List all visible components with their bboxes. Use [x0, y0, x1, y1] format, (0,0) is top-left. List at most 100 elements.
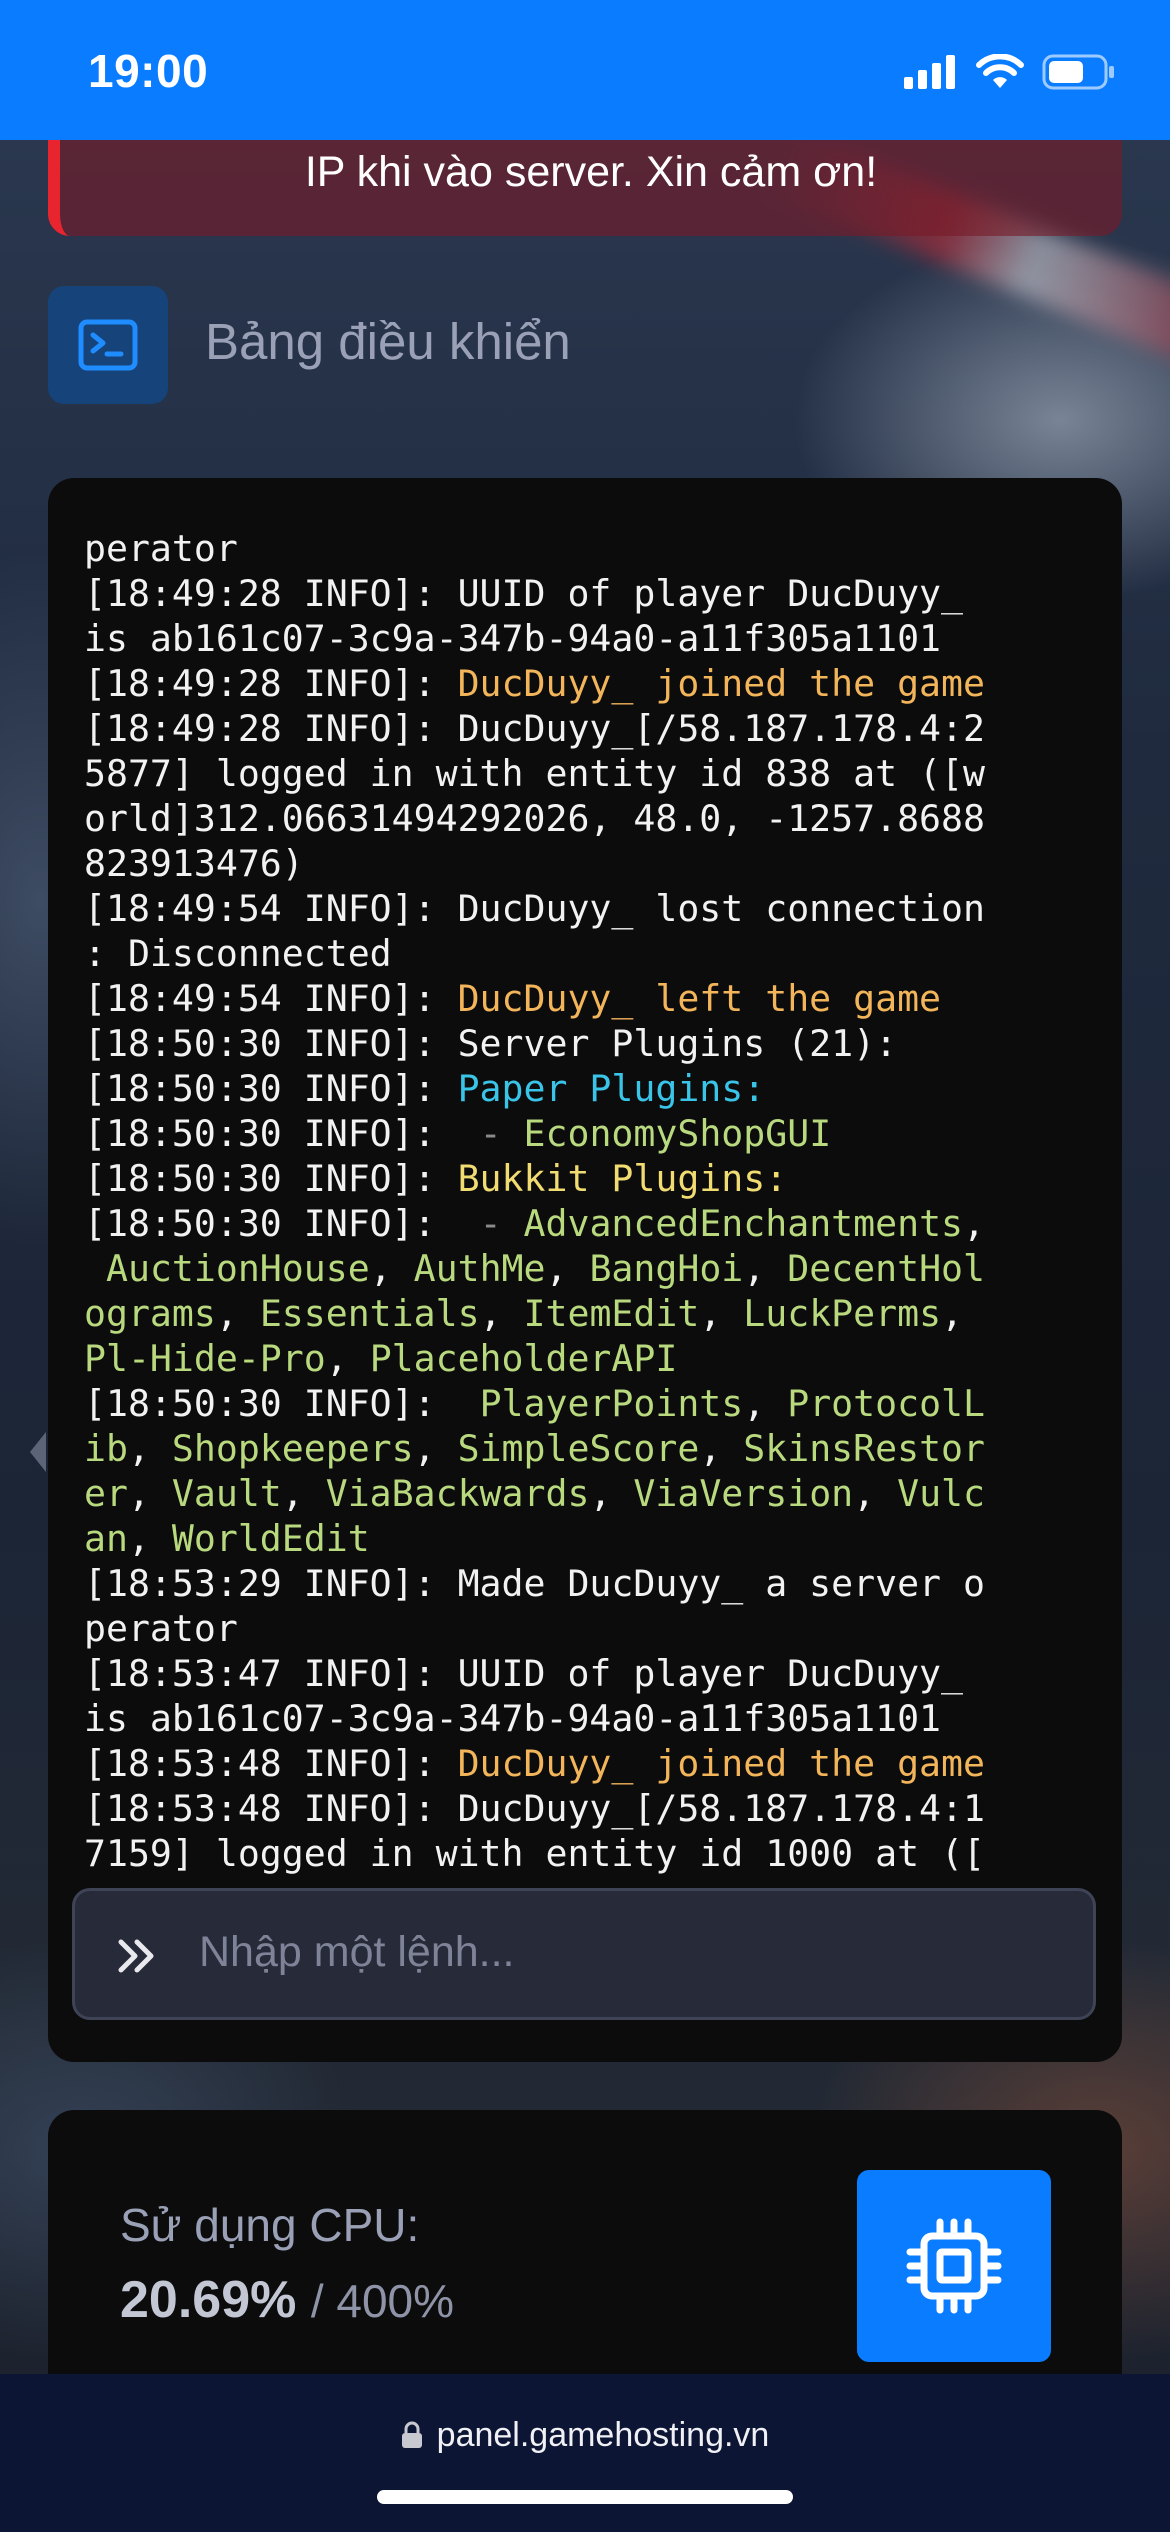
console-segment: WorldEdit	[171, 1517, 370, 1560]
console-line: [18:49:28 INFO]: DucDuyy_[/58.187.178.4:…	[84, 706, 1094, 751]
alert-banner: IP khi vào server. Xin cảm ơn!	[48, 140, 1122, 236]
console-segment: SimpleScore	[457, 1427, 700, 1470]
console-line: [18:50:30 INFO]: PlayerPoints, ProtocolL	[84, 1381, 1094, 1426]
console-segment: [18:53:29 INFO]: Made DucDuyy_ a server …	[84, 1562, 985, 1605]
console-segment: EconomyShopGUI	[523, 1112, 832, 1155]
console-line: orld]312.06631494292026, 48.0, -1257.868…	[84, 796, 1094, 841]
console-segment: [18:53:48 INFO]:	[84, 1742, 458, 1785]
console-segment: : Disconnected	[84, 932, 392, 975]
console-segment: AuthMe	[413, 1247, 546, 1290]
console-segment: [18:50:30 INFO]:	[84, 1112, 480, 1155]
console-segment: ,	[853, 1472, 898, 1515]
console-segment: [18:49:28 INFO]: DucDuyy_[/58.187.178.4:…	[84, 707, 985, 750]
console-line: ib, Shopkeepers, SimpleScore, SkinsResto…	[84, 1426, 1094, 1471]
back-arrow-icon[interactable]	[26, 1428, 50, 1476]
home-indicator[interactable]	[377, 2490, 793, 2504]
console-segment: orld]312.06631494292026, 48.0, -1257.868…	[84, 797, 985, 840]
console-segment: [18:53:47 INFO]: UUID of player DucDuyy_	[84, 1652, 963, 1695]
console-line: [18:49:54 INFO]: DucDuyy_ lost connectio…	[84, 886, 1094, 931]
console-segment: [18:49:54 INFO]:	[84, 977, 458, 1020]
status-bar: 19:00	[0, 0, 1170, 140]
console-segment: [18:50:30 INFO]:	[84, 1157, 458, 1200]
console-segment: ,	[699, 1427, 744, 1470]
console-line: 5877] logged in with entity id 838 at ([…	[84, 751, 1094, 796]
status-time: 19:00	[88, 45, 209, 97]
console-segment: -	[479, 1112, 524, 1155]
cpu-label: Sử dụng CPU:	[120, 2199, 420, 2251]
cpu-max: / 400%	[310, 2275, 455, 2327]
console-segment: ,	[545, 1247, 590, 1290]
console-segment: ,	[963, 1202, 985, 1245]
console-segment: ,	[699, 1292, 744, 1335]
browser-url-bar[interactable]: panel.gamehosting.vn	[0, 2374, 1170, 2532]
terminal-icon	[48, 286, 168, 404]
console-line: [18:50:30 INFO]: - EconomyShopGUI	[84, 1111, 1094, 1156]
console-line: [18:53:48 INFO]: DucDuyy_ joined the gam…	[84, 1741, 1094, 1786]
console-segment: [18:53:48 INFO]: DucDuyy_[/58.187.178.4:…	[84, 1787, 985, 1830]
url-display[interactable]: panel.gamehosting.vn	[0, 2416, 1170, 2455]
console-segment: [18:49:28 INFO]:	[84, 662, 458, 705]
console-line: [18:50:30 INFO]: - AdvancedEnchantments,	[84, 1201, 1094, 1246]
page-title: Bảng điều khiển	[205, 313, 571, 370]
console-segment: Shopkeepers	[171, 1427, 414, 1470]
console-segment: ViaBackwards	[325, 1472, 590, 1515]
console-segment: [18:50:30 INFO]:	[84, 1382, 480, 1425]
battery-icon	[1042, 54, 1114, 90]
command-placeholder: Nhập một lệnh...	[199, 1928, 515, 1976]
console-line: [18:49:28 INFO]: UUID of player DucDuyy_	[84, 571, 1094, 616]
console-segment: Pl-Hide-Pro	[84, 1337, 326, 1380]
cpu-value: 20.69% / 400%	[120, 2270, 454, 2330]
console-segment: [18:49:28 INFO]: UUID of player DucDuyy_	[84, 572, 963, 615]
console-segment: 7159] logged in with entity id 1000 at (…	[84, 1832, 985, 1875]
url-text: panel.gamehosting.vn	[436, 2416, 770, 2454]
console-segment: ,	[325, 1337, 370, 1380]
console-segment: Essentials	[259, 1292, 480, 1335]
console-line: an, WorldEdit	[84, 1516, 1094, 1561]
chevrons-right-icon	[118, 1939, 154, 1973]
console-segment: ,	[127, 1427, 172, 1470]
console-segment: ,	[369, 1247, 414, 1290]
console-line: 7159] logged in with entity id 1000 at (…	[84, 1831, 1094, 1876]
console-segment: ItemEdit	[523, 1292, 700, 1335]
command-input[interactable]: Nhập một lệnh...	[72, 1888, 1096, 2020]
console-segment: BangHoi	[589, 1247, 744, 1290]
console-line: AuctionHouse, AuthMe, BangHoi, DecentHol	[84, 1246, 1094, 1291]
console-panel: perator [18:49:28 INFO]: UUID of player D…	[48, 478, 1122, 2062]
console-segment: SkinsRestor	[743, 1427, 986, 1470]
console-line: [18:53:47 INFO]: UUID of player DucDuyy_	[84, 1651, 1094, 1696]
console-segment: PlayerPoints	[479, 1382, 744, 1425]
console-segment: ,	[743, 1382, 788, 1425]
console-line: [18:53:29 INFO]: Made DucDuyy_ a server …	[84, 1561, 1094, 1606]
console-segment: ,	[743, 1247, 788, 1290]
cpu-current: 20.69%	[120, 2271, 297, 2329]
console-segment: ,	[413, 1427, 458, 1470]
console-segment: Paper Plugins:	[457, 1067, 766, 1110]
cpu-usage-card: Sử dụng CPU: 20.69% / 400%	[48, 2110, 1122, 2410]
console-segment: ,	[479, 1292, 524, 1335]
console-segment: ib	[84, 1427, 128, 1470]
console-segment: an	[84, 1517, 128, 1560]
console-segment: -	[479, 1202, 524, 1245]
console-segment: ,	[215, 1292, 260, 1335]
console-line: is ab161c07-3c9a-347b-94a0-a11f305a1101	[84, 616, 1094, 661]
console-segment: Vault	[171, 1472, 282, 1515]
console-segment: perator	[84, 1607, 238, 1650]
console-segment: ,	[941, 1292, 964, 1335]
console-segment: DucDuyy_ left the game	[457, 977, 942, 1020]
console-line: perator	[84, 526, 1094, 571]
console-line: [18:50:30 INFO]: Server Plugins (21):	[84, 1021, 1094, 1066]
console-line: [18:49:28 INFO]: DucDuyy_ joined the gam…	[84, 661, 1094, 706]
console-segment: DucDuyy_ joined the game	[457, 1742, 985, 1785]
wifi-icon	[976, 54, 1024, 88]
console-log[interactable]: perator [18:49:28 INFO]: UUID of player D…	[84, 526, 1094, 1886]
console-segment: ograms	[84, 1292, 216, 1335]
console-line: [18:53:48 INFO]: DucDuyy_[/58.187.178.4:…	[84, 1786, 1094, 1831]
console-line: er, Vault, ViaBackwards, ViaVersion, Vul…	[84, 1471, 1094, 1516]
console-segment: [18:50:30 INFO]:	[84, 1067, 458, 1110]
console-segment: er	[84, 1472, 128, 1515]
console-segment: [18:50:30 INFO]:	[84, 1202, 480, 1245]
alert-text: IP khi vào server. Xin cảm ơn!	[304, 148, 878, 196]
console-line: [18:50:30 INFO]: Bukkit Plugins:	[84, 1156, 1094, 1201]
console-line: ograms, Essentials, ItemEdit, LuckPerms,	[84, 1291, 1094, 1336]
status-icons	[904, 52, 1116, 92]
